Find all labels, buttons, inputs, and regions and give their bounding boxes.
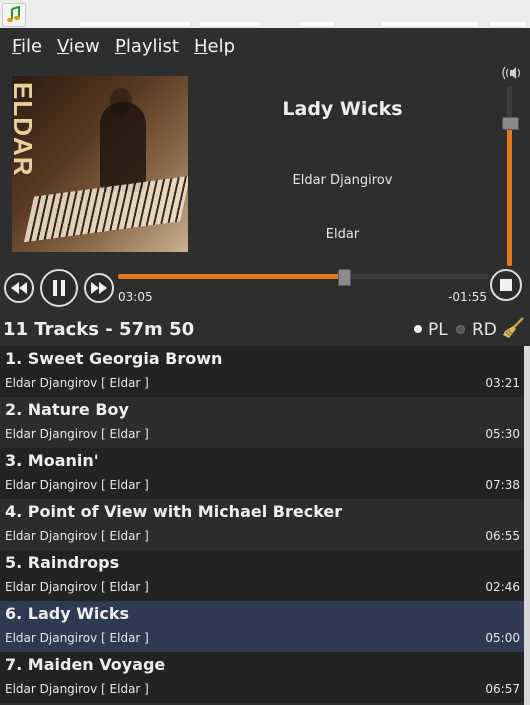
track-list: 1. Sweet Georgia Brown Eldar Djangirov [ …: [0, 346, 524, 703]
volume-handle[interactable]: [502, 117, 519, 130]
menu-bar: File View Playlist Help: [0, 28, 530, 64]
track-row-artist-album: Eldar Djangirov [ Eldar ]: [5, 427, 149, 441]
track-row-title: 2. Nature Boy: [5, 400, 129, 419]
track-row-artist-album: Eldar Djangirov [ Eldar ]: [5, 682, 149, 696]
stop-button[interactable]: [490, 269, 522, 301]
track-album: Eldar: [325, 227, 360, 242]
track-row-duration: 02:46: [485, 580, 520, 594]
mode-pl-label[interactable]: PL: [428, 320, 448, 340]
track-row-title: 1. Sweet Georgia Brown: [5, 349, 223, 368]
playlist-summary: 11 Tracks - 57m 50: [3, 319, 195, 340]
fast-forward-icon: [91, 282, 107, 294]
previous-button[interactable]: [4, 273, 34, 303]
track-row-title: 7. Maiden Voyage: [5, 655, 166, 674]
menu-help[interactable]: Help: [194, 36, 235, 57]
speaker-icon[interactable]: [502, 66, 522, 80]
album-cover: ELDAR: [12, 76, 188, 252]
music-note-icon: [6, 6, 22, 24]
track-title: Lady Wicks: [282, 98, 403, 120]
track-row-title: 3. Moanin': [5, 451, 99, 470]
mode-rd-label[interactable]: RD: [472, 320, 497, 340]
play-pause-button[interactable]: [40, 269, 78, 307]
track-row-duration: 05:00: [485, 631, 520, 645]
track-row-title: 5. Raindrops: [5, 553, 120, 572]
taskbar-strip: [80, 22, 190, 26]
track-row-title: 6. Lady Wicks: [5, 604, 130, 623]
track-row-duration: 06:55: [485, 529, 520, 543]
mode-pl-radio[interactable]: [414, 325, 422, 333]
track-row-duration: 07:38: [485, 478, 520, 492]
track-row-artist-album: Eldar Djangirov [ Eldar ]: [5, 580, 149, 594]
seek-handle[interactable]: [338, 269, 351, 286]
rewind-icon: [11, 282, 27, 294]
volume-level: [507, 124, 512, 266]
track-row-artist-album: Eldar Djangirov [ Eldar ]: [5, 376, 149, 390]
taskbar: [0, 0, 530, 28]
track-row[interactable]: 6. Lady Wicks Eldar Djangirov [ Eldar ] 05…: [0, 601, 524, 652]
track-row-artist-album: Eldar Djangirov [ Eldar ]: [5, 631, 149, 645]
broom-icon[interactable]: [501, 317, 525, 339]
track-artist: Eldar Djangirov: [292, 173, 393, 188]
time-elapsed: 03:05: [118, 290, 153, 304]
menu-view[interactable]: View: [57, 36, 100, 57]
menu-playlist[interactable]: Playlist: [115, 36, 179, 57]
seek-progress: [118, 274, 344, 279]
track-row-duration: 03:21: [485, 376, 520, 390]
playlist-scrollbar[interactable]: [524, 346, 530, 705]
mode-rd-radio[interactable]: [456, 325, 465, 334]
player-window: File View Playlist Help ELDAR Lady Wicks…: [0, 28, 530, 705]
taskbar-strip: [300, 22, 334, 26]
time-remaining: -01:55: [448, 290, 487, 304]
track-row[interactable]: 3. Moanin' Eldar Djangirov [ Eldar ] 07:38: [0, 448, 524, 499]
taskbar-strip: [382, 22, 477, 26]
track-row-duration: 05:30: [485, 427, 520, 441]
menu-file[interactable]: File: [12, 36, 42, 57]
track-row[interactable]: 2. Nature Boy Eldar Djangirov [ Eldar ] 05…: [0, 397, 524, 448]
track-row-artist-album: Eldar Djangirov [ Eldar ]: [5, 529, 149, 543]
track-row-duration: 06:57: [485, 682, 520, 696]
track-row-artist-album: Eldar Djangirov [ Eldar ]: [5, 478, 149, 492]
track-row[interactable]: 1. Sweet Georgia Brown Eldar Djangirov [ …: [0, 346, 524, 397]
track-row[interactable]: 7. Maiden Voyage Eldar Djangirov [ Eldar …: [0, 652, 524, 703]
cover-figure: [100, 102, 146, 192]
taskbar-app-button[interactable]: [2, 3, 26, 27]
taskbar-strip: [200, 22, 260, 26]
pause-icon: [53, 280, 65, 296]
next-button[interactable]: [84, 273, 114, 303]
track-row-title: 4. Point of View with Michael Brecker: [5, 502, 343, 521]
taskbar-strip: [490, 22, 525, 26]
track-row[interactable]: 4. Point of View with Michael Brecker Eld…: [0, 499, 524, 550]
track-row[interactable]: 5. Raindrops Eldar Djangirov [ Eldar ] 02:…: [0, 550, 524, 601]
stop-icon: [500, 279, 512, 291]
cover-title: ELDAR: [12, 82, 38, 177]
